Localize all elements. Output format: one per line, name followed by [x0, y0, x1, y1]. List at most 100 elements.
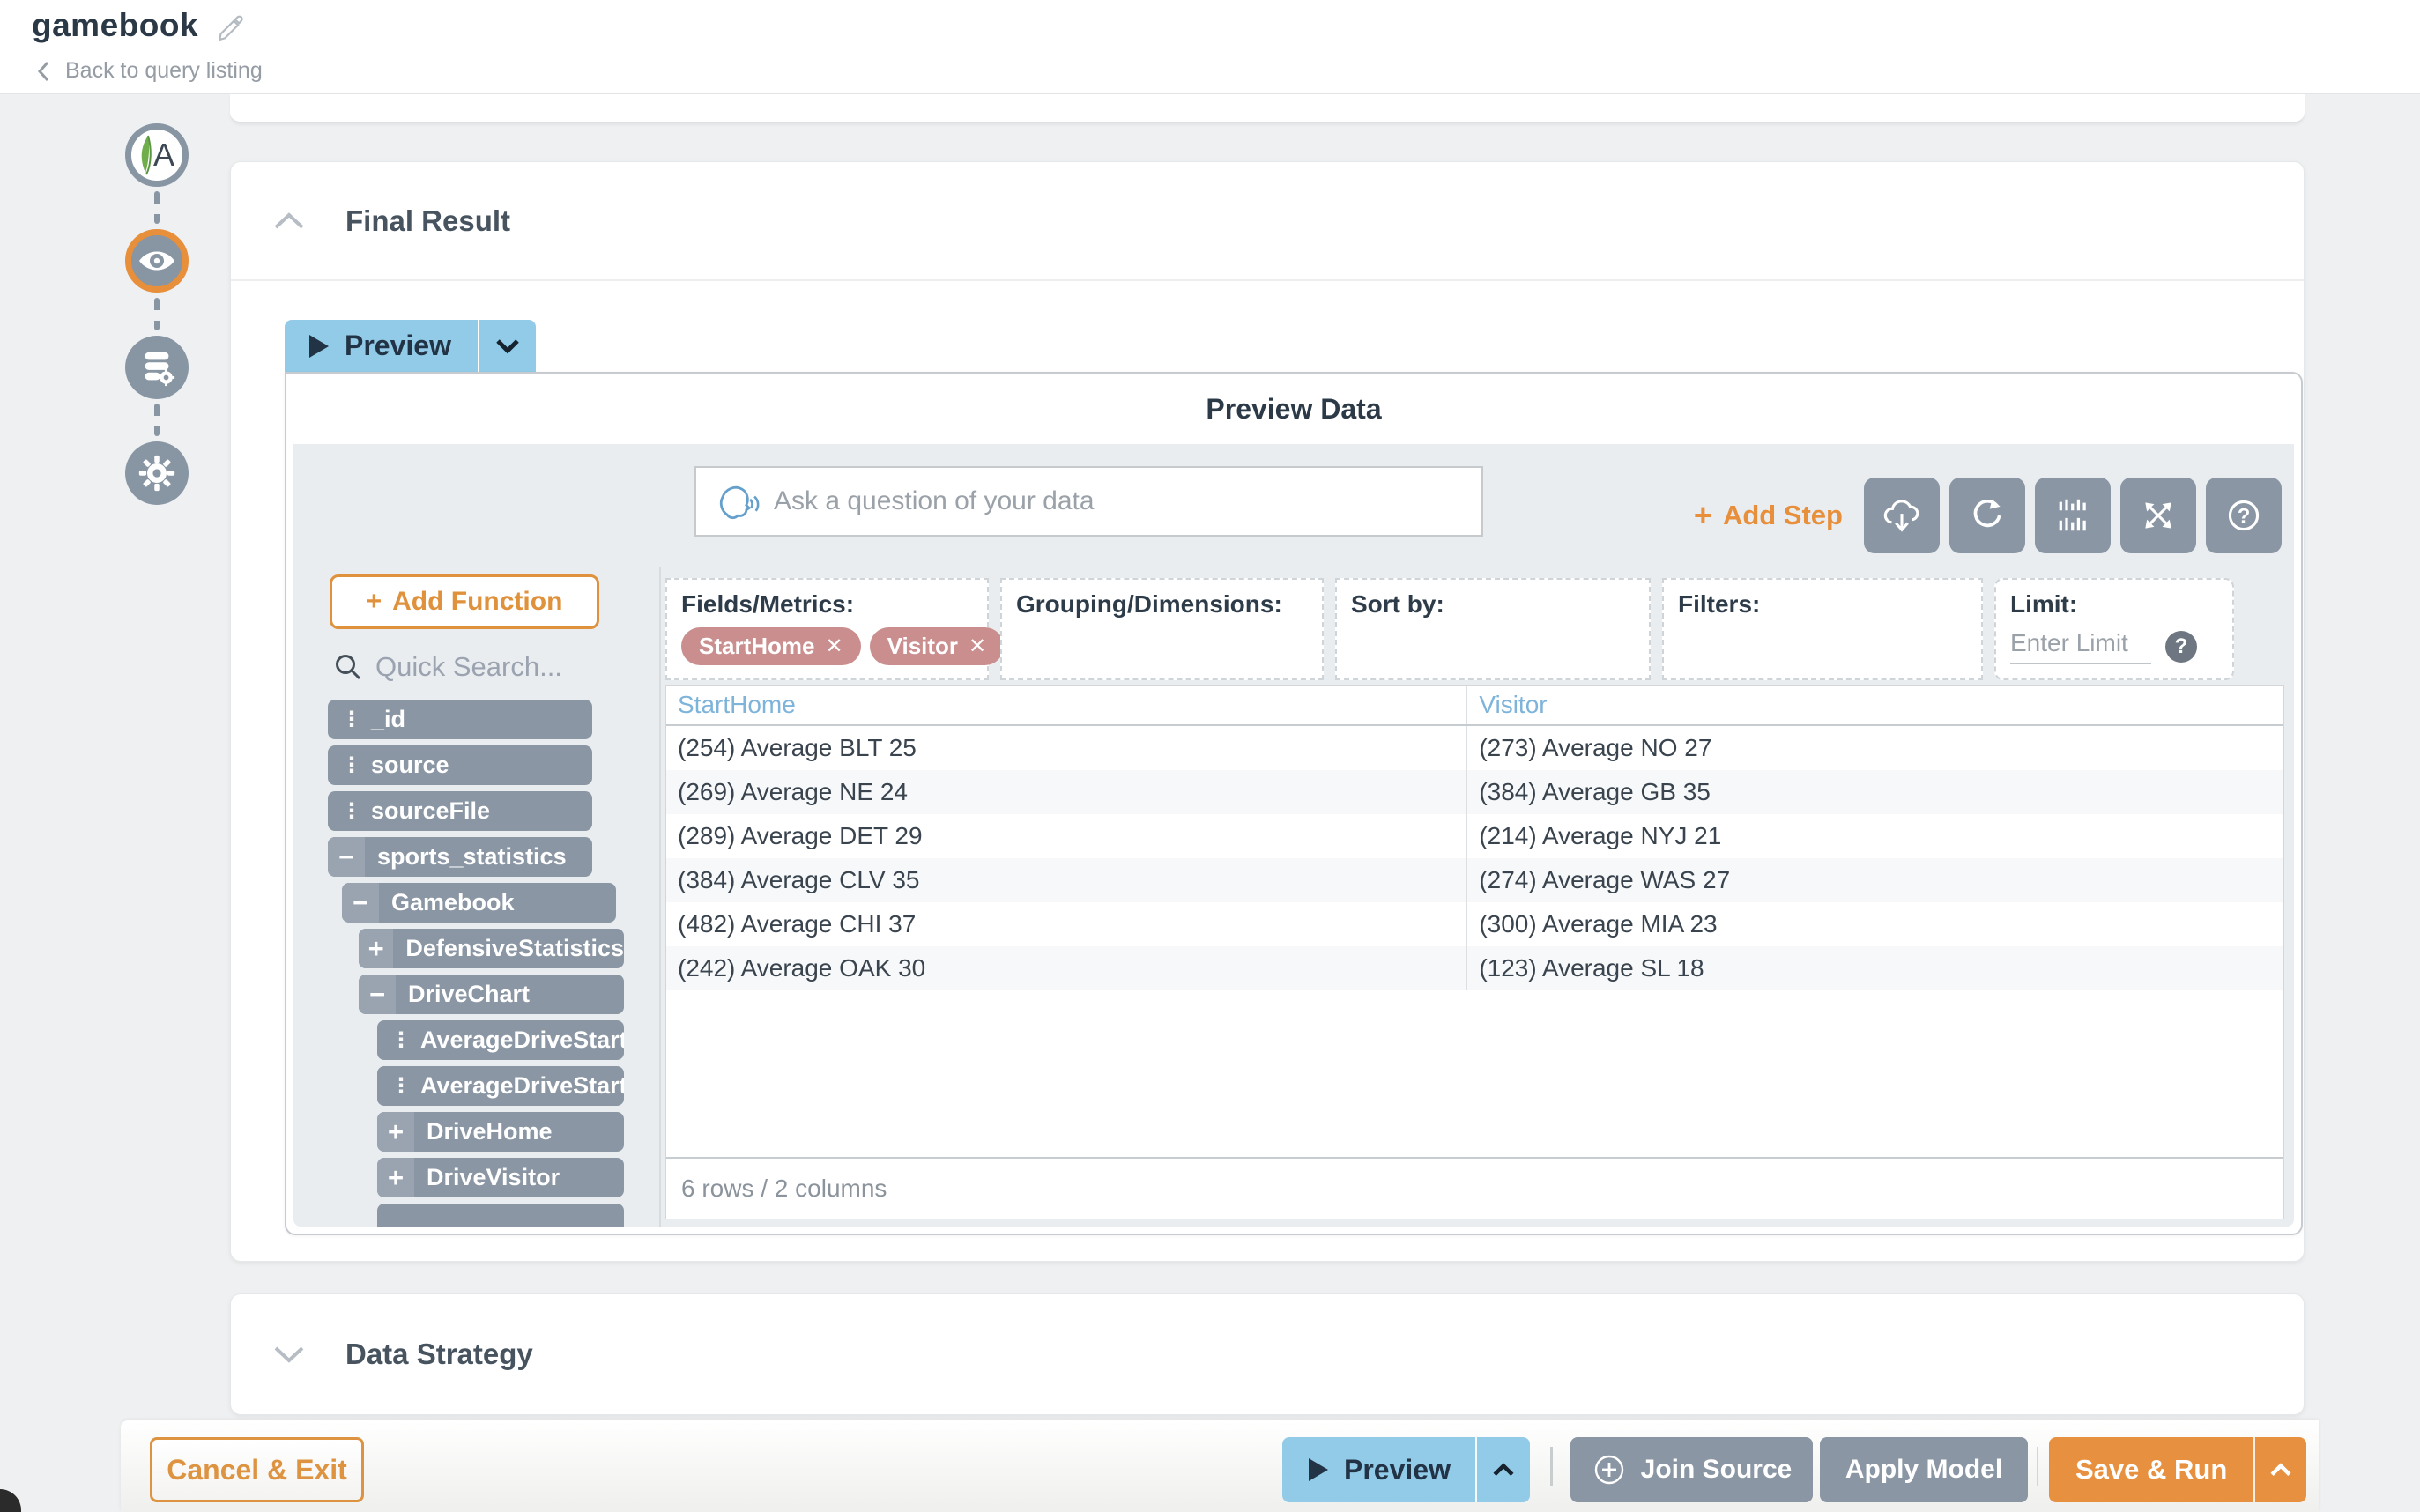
query-builder-screen: gamebook Back to query listing A: [0, 0, 2420, 1512]
gear-icon: [137, 454, 176, 493]
limit-help-icon[interactable]: ?: [2165, 631, 2197, 663]
table-summary: 6 rows / 2 columns: [666, 1157, 2283, 1219]
sort-dropzone[interactable]: Sort by:: [1335, 578, 1651, 680]
chevron-up-icon: [2268, 1462, 2293, 1478]
table-row: (482) Average CHI 37(300) Average MIA 23: [666, 902, 2283, 946]
expand-toggle-icon[interactable]: +: [377, 1112, 414, 1152]
fields-metrics-dropzone[interactable]: Fields/Metrics: StartHome✕ Visitor ✕: [665, 578, 989, 680]
table-empty-space: [666, 990, 2283, 1157]
preview-data-panel: Preview Data + Add Step: [285, 372, 2303, 1235]
stepper-settings-step[interactable]: [125, 441, 189, 505]
table-cell: (300) Average MIA 23: [1466, 902, 2283, 946]
table-cell: (254) Average BLT 25: [666, 726, 1466, 770]
table-cell: (274) Average WAS 27: [1466, 858, 2283, 902]
fullscreen-button[interactable]: [2120, 478, 2196, 553]
nlq-search-input[interactable]: [774, 486, 1464, 516]
field-item-_id[interactable]: ⋮_id: [328, 700, 592, 739]
remove-metric-icon[interactable]: ✕: [969, 634, 986, 659]
table-row: (254) Average BLT 25(273) Average NO 27: [666, 726, 2283, 770]
table-row: (269) Average NE 24(384) Average GB 35: [666, 770, 2283, 814]
preview-options-button[interactable]: [478, 320, 536, 372]
collapse-toggle-icon[interactable]: −: [359, 975, 396, 1014]
preview-toolbar: ?: [1864, 478, 2282, 553]
cancel-exit-button[interactable]: Cancel & Exit: [150, 1437, 364, 1502]
join-source-button[interactable]: Join Source: [1570, 1437, 1813, 1502]
mongodb-leaf-icon: A: [134, 134, 180, 176]
expand-section-icon[interactable]: [272, 1344, 306, 1365]
apply-model-label: Apply Model: [1845, 1455, 2002, 1485]
drag-handle-icon: ⋮: [390, 1027, 410, 1053]
add-step-button[interactable]: + Add Step: [1694, 497, 1843, 534]
filters-dropzone[interactable]: Filters:: [1662, 578, 1983, 680]
field-item-sports_statistics[interactable]: −sports_statistics: [328, 837, 592, 877]
field-label: sports_statistics: [377, 843, 567, 871]
quick-search[interactable]: [333, 651, 596, 683]
field-item-drivehome[interactable]: + DriveHome: [377, 1112, 624, 1152]
divider: [1550, 1447, 1553, 1486]
edit-title-icon[interactable]: [214, 11, 244, 41]
field-item-source[interactable]: ⋮source: [328, 745, 592, 785]
add-step-label: Add Step: [1723, 500, 1843, 531]
remove-metric-icon[interactable]: ✕: [825, 634, 843, 659]
field-label: source: [371, 752, 449, 779]
back-link[interactable]: Back to query listing: [35, 58, 263, 84]
footer-preview-button[interactable]: Preview: [1282, 1437, 1530, 1502]
field-item-averagedrivestartvis-[interactable]: ⋮AverageDriveStartVis...: [377, 1066, 624, 1106]
preview-run-button[interactable]: Preview: [285, 320, 536, 372]
column-header-visitor[interactable]: Visitor: [1466, 686, 2283, 724]
download-results-button[interactable]: [1864, 478, 1940, 553]
preview-button-label: Preview: [345, 330, 451, 362]
save-run-options-button[interactable]: [2253, 1437, 2306, 1502]
database-gear-icon: [137, 347, 177, 388]
nlq-search-box[interactable]: [694, 466, 1483, 537]
field-item-gamebook[interactable]: −Gamebook: [342, 883, 616, 923]
field-item-sourcefile[interactable]: ⋮sourceFile: [328, 791, 592, 831]
stepper-data-step[interactable]: [125, 336, 189, 399]
quick-search-input[interactable]: [375, 651, 596, 683]
criteria-row: Fields/Metrics: StartHome✕ Visitor ✕ Group…: [665, 578, 2234, 680]
field-label: DriveHome: [427, 1118, 553, 1145]
column-header-starthome[interactable]: StartHome: [666, 686, 1466, 724]
fields-metrics-label: Fields/Metrics:: [681, 590, 973, 619]
collapse-toggle-icon[interactable]: −: [342, 883, 379, 923]
table-row: (242) Average OAK 30(123) Average SL 18: [666, 946, 2283, 990]
field-item-drivevisitor[interactable]: +DriveVisitor: [377, 1158, 624, 1197]
table-cell: (384) Average GB 35: [1466, 770, 2283, 814]
limit-box: Limit: ?: [1994, 578, 2234, 680]
save-run-button[interactable]: Save & Run: [2049, 1437, 2306, 1502]
fields-metrics-chips: StartHome✕ Visitor ✕: [681, 627, 973, 665]
field-label: AverageDriveStartVis...: [420, 1072, 624, 1100]
fullscreen-icon: [2139, 496, 2178, 535]
field-item-drivechart[interactable]: −DriveChart: [359, 975, 624, 1014]
metric-chip-label: Visitor: [887, 633, 958, 660]
table-cell: (214) Average NYJ 21: [1466, 814, 2283, 858]
field-item-defensivestatistics[interactable]: +DefensiveStatistics: [359, 929, 624, 968]
cloud-download-icon: [1882, 496, 1922, 535]
add-function-button[interactable]: + Add Function: [330, 574, 599, 629]
add-circle-icon: [1592, 1452, 1627, 1487]
collapse-toggle-icon[interactable]: −: [328, 837, 365, 877]
grouping-dropzone[interactable]: Grouping/Dimensions:: [1000, 578, 1324, 680]
voice-question-icon: [714, 478, 760, 524]
grouping-label: Grouping/Dimensions:: [1016, 590, 1308, 619]
expand-toggle-icon[interactable]: +: [359, 929, 393, 968]
collapse-section-icon[interactable]: [272, 211, 306, 232]
play-icon: [308, 333, 330, 359]
expand-toggle-icon[interactable]: +: [377, 1158, 414, 1197]
stepper-datasource-step[interactable]: A: [125, 123, 189, 187]
metric-chip-visitor[interactable]: Visitor ✕: [870, 627, 1005, 665]
limit-input[interactable]: [2010, 629, 2151, 664]
table-cell: (269) Average NE 24: [666, 770, 1466, 814]
apply-model-button[interactable]: Apply Model: [1820, 1437, 2028, 1502]
metric-chip-starthome[interactable]: StartHome✕: [681, 627, 861, 665]
stepper-preview-step[interactable]: [125, 229, 189, 293]
field-label: Gamebook: [391, 889, 515, 916]
visualize-button[interactable]: [2035, 478, 2111, 553]
table-cell: (482) Average CHI 37: [666, 902, 1466, 946]
field-label: DriveChart: [408, 981, 530, 1008]
corner-overlay: [0, 1489, 21, 1512]
reset-query-button[interactable]: [1949, 478, 2025, 553]
field-item-averagedrivestartho-[interactable]: ⋮AverageDriveStartHo...: [377, 1020, 624, 1060]
help-button[interactable]: ?: [2206, 478, 2282, 553]
footer-preview-options-button[interactable]: [1475, 1437, 1530, 1502]
